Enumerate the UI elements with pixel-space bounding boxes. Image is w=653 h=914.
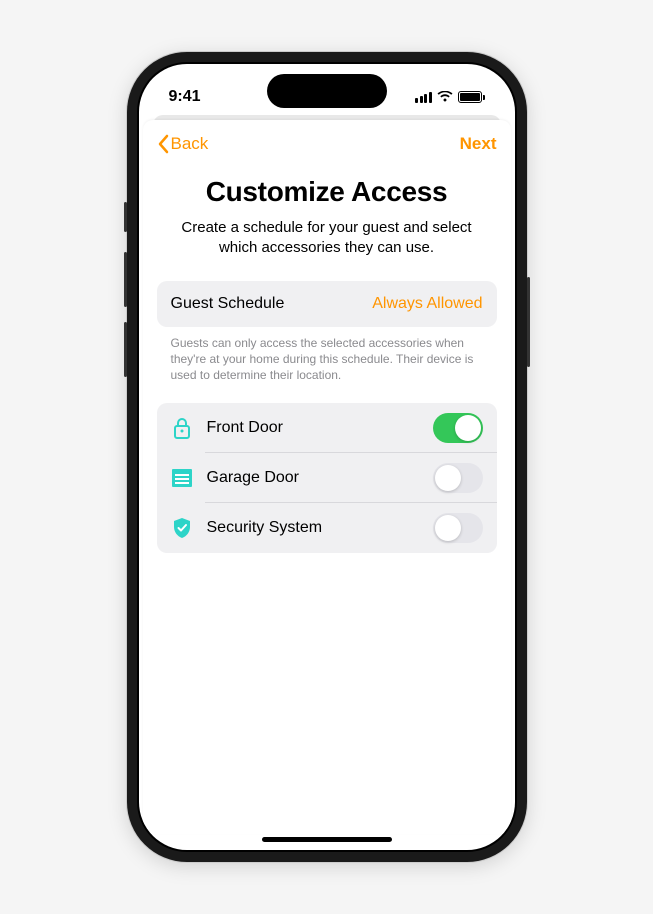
modal-sheet-stack: Back Next Customize Access Create a sche… xyxy=(143,120,511,834)
power-button xyxy=(527,277,530,367)
screen: 9:41 xyxy=(139,64,515,850)
front-door-toggle[interactable] xyxy=(433,413,483,443)
volume-up-button xyxy=(124,252,127,307)
accessory-row-front-door: Front Door xyxy=(157,403,497,453)
shield-icon xyxy=(171,517,193,539)
accessory-list: Front Door xyxy=(157,403,497,553)
cellular-signal-icon xyxy=(415,92,432,103)
guest-schedule-row[interactable]: Guest Schedule Always Allowed xyxy=(157,281,497,327)
accessory-row-garage-door: Garage Door xyxy=(157,453,497,503)
lock-icon xyxy=(171,417,193,439)
chevron-left-icon xyxy=(157,134,169,154)
back-button[interactable]: Back xyxy=(157,134,209,154)
back-label: Back xyxy=(171,134,209,154)
volume-down-button xyxy=(124,322,127,377)
toggle-knob xyxy=(435,465,461,491)
modal-sheet: Back Next Customize Access Create a sche… xyxy=(143,120,511,834)
status-indicators xyxy=(415,91,485,103)
navigation-bar: Back Next xyxy=(157,134,497,154)
toggle-knob xyxy=(455,415,481,441)
accessory-label: Security System xyxy=(207,519,433,537)
status-time: 9:41 xyxy=(169,88,229,106)
home-indicator[interactable] xyxy=(262,837,392,842)
garage-icon xyxy=(171,467,193,489)
page-title: Customize Access xyxy=(157,176,497,208)
accessory-label: Front Door xyxy=(207,419,433,437)
battery-icon xyxy=(458,91,485,103)
next-button[interactable]: Next xyxy=(460,134,497,154)
wifi-icon xyxy=(437,91,453,103)
phone-frame: 9:41 xyxy=(127,52,527,862)
toggle-knob xyxy=(435,515,461,541)
security-system-toggle[interactable] xyxy=(433,513,483,543)
garage-door-toggle[interactable] xyxy=(433,463,483,493)
guest-schedule-label: Guest Schedule xyxy=(171,295,285,313)
dynamic-island xyxy=(267,74,387,108)
guest-schedule-value: Always Allowed xyxy=(372,295,482,313)
accessory-label: Garage Door xyxy=(207,469,433,487)
accessory-row-security-system: Security System xyxy=(157,503,497,553)
page-subtitle: Create a schedule for your guest and sel… xyxy=(177,218,477,259)
schedule-footer-text: Guests can only access the selected acce… xyxy=(171,335,483,384)
phone-bezel: 9:41 xyxy=(137,62,517,852)
silent-switch xyxy=(124,202,127,232)
